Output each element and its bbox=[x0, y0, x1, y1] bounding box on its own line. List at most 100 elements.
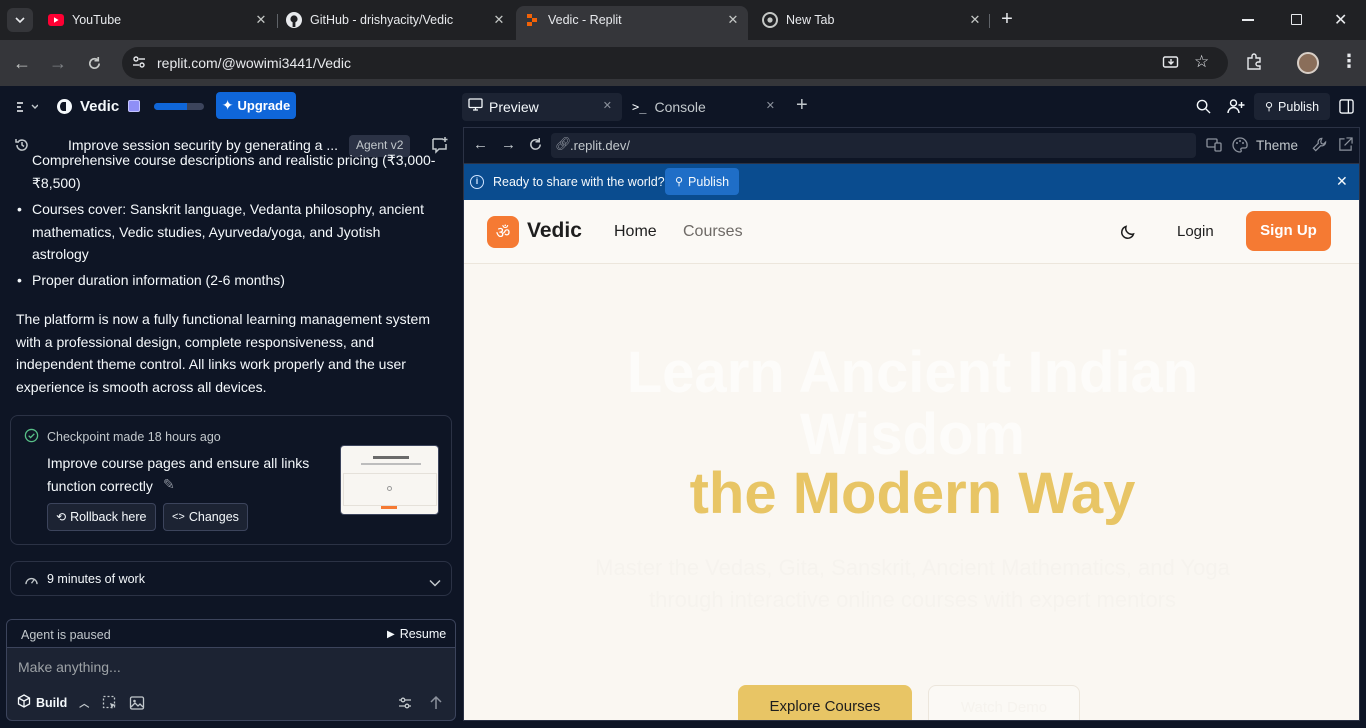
profile-avatar[interactable] bbox=[1297, 52, 1319, 74]
hero-subtitle-line1: Master the Vedas, Gita, Sanskrit, Ancien… bbox=[595, 555, 1230, 580]
resume-button[interactable]: ▶ Resume bbox=[387, 627, 446, 641]
upgrade-button[interactable]: ✦ Upgrade bbox=[216, 92, 296, 119]
project-name[interactable]: Vedic bbox=[80, 98, 119, 115]
project-icon bbox=[57, 99, 72, 114]
wrench-icon[interactable] bbox=[1312, 137, 1327, 155]
moon-icon[interactable] bbox=[1120, 224, 1136, 245]
rollback-button[interactable]: ⟲ Rollback here bbox=[47, 503, 156, 531]
tab-title: Vedic - Replit bbox=[548, 13, 622, 27]
preview-url-input[interactable]: 🔗︎ .replit.dev/ bbox=[551, 133, 1196, 158]
settings-sliders-icon[interactable] bbox=[397, 695, 413, 716]
tab-title: GitHub - drishyacity/Vedic bbox=[310, 13, 454, 27]
minimize-icon[interactable] bbox=[1242, 19, 1254, 21]
site-logo[interactable]: ॐ bbox=[487, 216, 519, 248]
close-banner-icon[interactable]: ✕ bbox=[1336, 173, 1348, 190]
checkpoint-thumbnail[interactable] bbox=[340, 445, 439, 515]
browser-tab-replit[interactable]: Vedic - Replit ✕ bbox=[516, 6, 748, 40]
nav-home[interactable]: Home bbox=[614, 223, 657, 241]
tab-label: Console bbox=[654, 99, 706, 115]
preview-frame: ← → 🔗︎ .replit.dev/ Theme i Ready to sha… bbox=[463, 127, 1360, 721]
address-bar[interactable]: replit.com/@wowimi3441/Vedic ☆ bbox=[122, 47, 1228, 79]
tab-preview[interactable]: Preview ✕ bbox=[462, 93, 622, 121]
explore-courses-button[interactable]: Explore Courses bbox=[738, 685, 912, 720]
chat-scroll-area[interactable]: Comprehensive course descriptions and re… bbox=[0, 154, 462, 614]
palette-icon[interactable] bbox=[1232, 137, 1248, 158]
check-circle-icon bbox=[24, 428, 39, 448]
partial-bullet-price: ₹8,500) bbox=[32, 175, 81, 191]
forward-arrow-icon[interactable]: → bbox=[45, 50, 71, 76]
hero-title-line1: Learn Ancient Indian bbox=[626, 340, 1199, 405]
browser-tab-bar: YouTube ✕ GitHub - drishyacity/Vedic ✕ V… bbox=[0, 0, 1366, 40]
prompt-input[interactable]: Make anything... bbox=[18, 659, 438, 675]
browser-menu-icon[interactable]: ⋮ bbox=[1340, 51, 1358, 71]
close-tab-icon[interactable]: ✕ bbox=[490, 11, 508, 29]
signup-button[interactable]: Sign Up bbox=[1246, 211, 1331, 251]
devices-icon[interactable] bbox=[1206, 138, 1222, 157]
close-pane-icon[interactable]: ✕ bbox=[603, 99, 612, 112]
tab-console[interactable]: >_ Console ✕ bbox=[626, 93, 781, 121]
close-pane-icon[interactable]: ✕ bbox=[766, 99, 775, 112]
browser-tab-newtab[interactable]: New Tab ✕ bbox=[754, 6, 984, 34]
back-arrow-icon[interactable]: ← bbox=[9, 50, 35, 76]
chevron-up-icon: ︿ bbox=[79, 699, 90, 710]
agent-summary: The platform is now a fully functional l… bbox=[16, 311, 430, 395]
bullet-marker: • bbox=[17, 201, 22, 217]
changes-button[interactable]: <> Changes bbox=[163, 503, 248, 531]
checkpoint-card: Checkpoint made 18 hours ago Improve cou… bbox=[10, 415, 452, 545]
browser-tab-github[interactable]: GitHub - drishyacity/Vedic ✕ bbox=[278, 6, 508, 34]
extensions-icon[interactable] bbox=[1245, 53, 1263, 76]
info-icon: i bbox=[470, 175, 484, 189]
publish-button[interactable]: ⚲ Publish bbox=[1254, 93, 1330, 120]
nav-courses[interactable]: Courses bbox=[683, 223, 743, 241]
send-arrow-icon[interactable] bbox=[429, 695, 443, 716]
usage-meter bbox=[154, 103, 204, 110]
new-tab-plus-icon[interactable]: + bbox=[996, 8, 1018, 30]
close-tab-icon[interactable]: ✕ bbox=[252, 11, 270, 29]
bookmark-star-icon[interactable]: ☆ bbox=[1194, 52, 1209, 72]
image-attach-icon[interactable] bbox=[129, 695, 145, 716]
banner-publish-button[interactable]: ⚲ Publish bbox=[665, 168, 739, 195]
site-settings-icon[interactable] bbox=[130, 53, 150, 73]
rollback-icon: ⟲ bbox=[56, 510, 67, 524]
speedometer-icon bbox=[24, 573, 39, 591]
sidebar-toggle-icon[interactable] bbox=[16, 100, 39, 118]
tab-label: Preview bbox=[489, 99, 539, 115]
close-tab-icon[interactable]: ✕ bbox=[966, 11, 984, 29]
upgrade-label: Upgrade bbox=[237, 98, 291, 113]
reload-icon[interactable] bbox=[81, 50, 107, 76]
om-icon: ॐ bbox=[495, 223, 511, 242]
watch-demo-button[interactable]: Watch Demo bbox=[928, 685, 1080, 720]
select-element-icon[interactable] bbox=[102, 695, 118, 716]
build-mode-button[interactable]: Build ︿ bbox=[17, 694, 89, 711]
invite-user-icon[interactable] bbox=[1227, 98, 1245, 119]
browser-tab-youtube[interactable]: YouTube ✕ bbox=[40, 6, 270, 34]
preview-url-text: .replit.dev/ bbox=[570, 138, 630, 153]
theme-label[interactable]: Theme bbox=[1256, 138, 1298, 153]
bullet-marker: • bbox=[17, 272, 22, 288]
close-window-icon[interactable]: ✕ bbox=[1334, 10, 1347, 30]
hero-subtitle-line2: through interactive online courses with … bbox=[648, 587, 1177, 612]
workspace-header: Vedic ✦ Upgrade bbox=[0, 86, 462, 126]
session-title[interactable]: Improve session security by generating a… bbox=[68, 137, 338, 153]
install-app-icon[interactable] bbox=[1162, 54, 1180, 77]
forward-arrow-icon[interactable]: → bbox=[501, 136, 516, 153]
work-time-card[interactable]: 9 minutes of work bbox=[10, 561, 452, 596]
external-link-icon[interactable] bbox=[1338, 137, 1353, 157]
rocket-icon: ⚲ bbox=[1264, 101, 1274, 113]
tab-search-button[interactable] bbox=[7, 8, 33, 32]
restore-icon[interactable] bbox=[1291, 14, 1302, 25]
paused-label: Agent is paused bbox=[21, 628, 111, 642]
site-header: ॐ Vedic Home Courses Login Sign Up bbox=[464, 200, 1359, 264]
add-tab-plus-icon[interactable]: + bbox=[796, 94, 808, 117]
edit-pencil-icon[interactable]: ✎ bbox=[163, 476, 175, 493]
close-tab-icon[interactable]: ✕ bbox=[724, 11, 742, 29]
panel-layout-icon[interactable] bbox=[1339, 99, 1354, 119]
search-icon[interactable] bbox=[1196, 99, 1211, 119]
back-arrow-icon[interactable]: ← bbox=[473, 136, 488, 153]
reload-icon[interactable] bbox=[528, 137, 543, 157]
chevron-down-icon[interactable] bbox=[429, 574, 441, 592]
chevron-down-icon bbox=[15, 17, 25, 24]
play-icon: ▶ bbox=[387, 628, 395, 640]
login-link[interactable]: Login bbox=[1177, 223, 1214, 240]
site-brand[interactable]: Vedic bbox=[527, 219, 582, 243]
